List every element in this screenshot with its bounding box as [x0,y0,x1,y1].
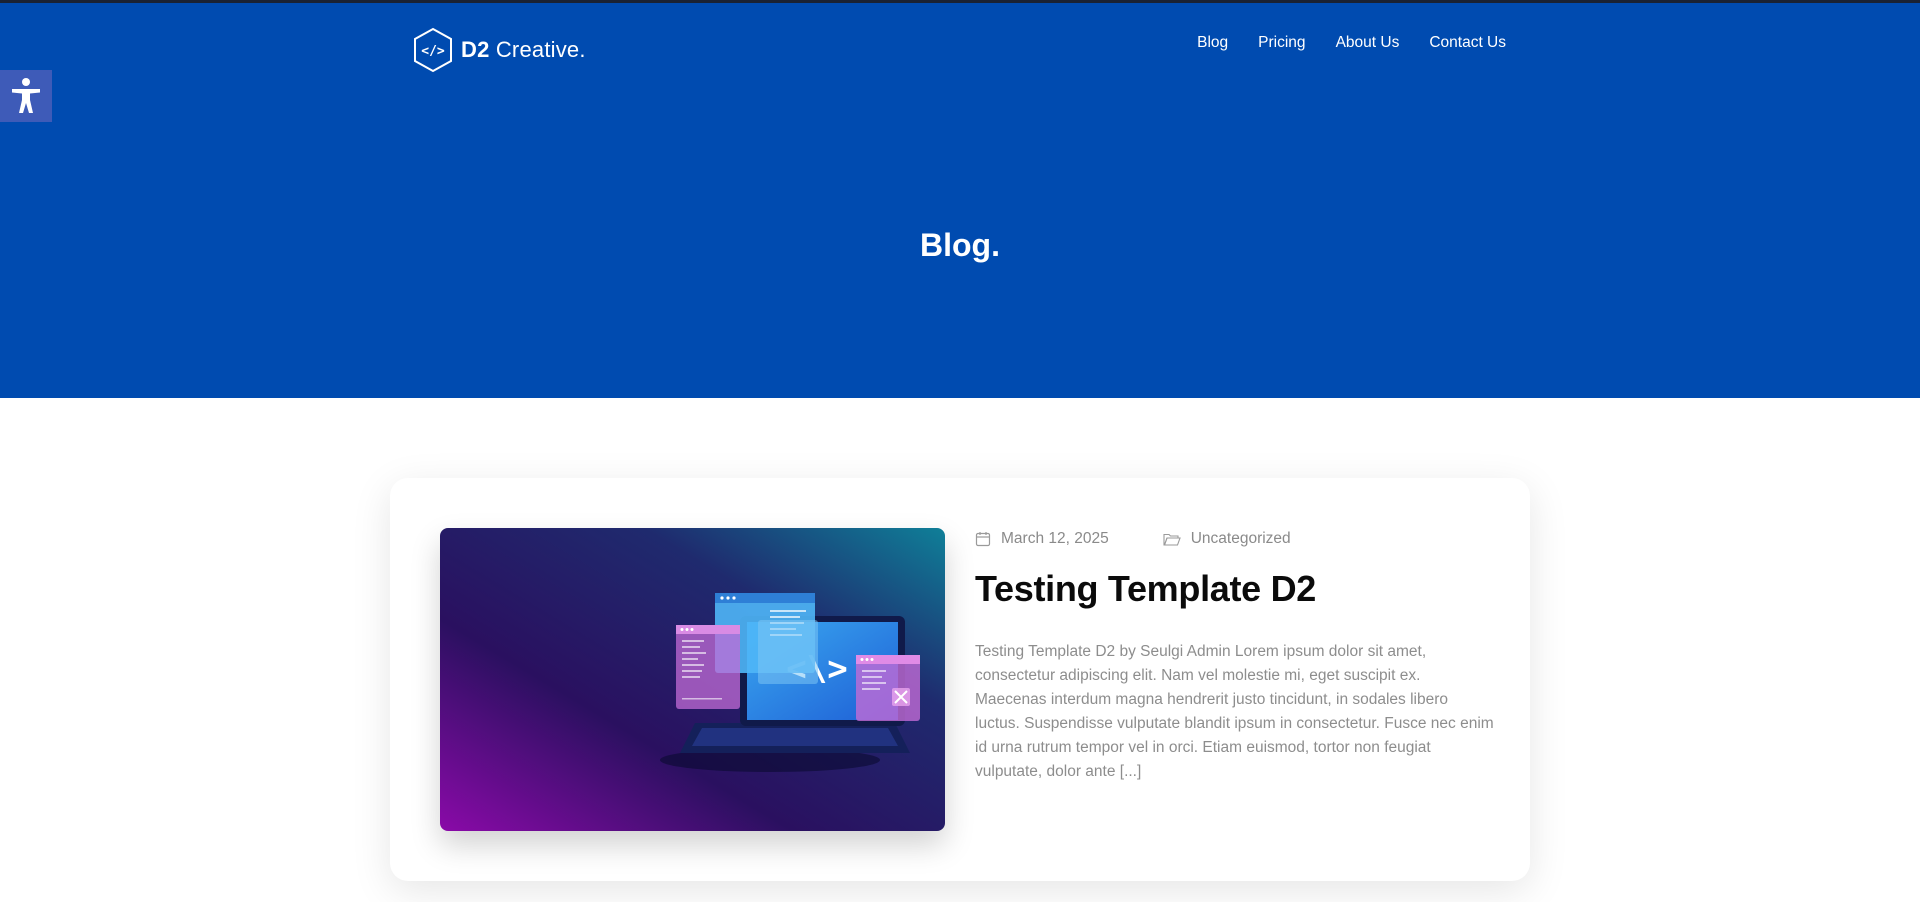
logo-text: D2 Creative. [461,37,586,63]
hero-banner: </> D2 Creative. Blog Pricing About Us C… [0,0,1920,398]
laptop-code-illustration: <\> [440,528,945,831]
logo-text-bold: D2 [461,37,490,62]
main-nav: Blog Pricing About Us Contact Us [1197,34,1506,52]
nav-item-about-us[interactable]: About Us [1336,34,1400,52]
post-category[interactable]: Uncategorized [1191,530,1291,548]
post-title[interactable]: Testing Template D2 [975,568,1316,610]
svg-text:</>: </> [421,44,445,59]
accessibility-icon [12,78,40,113]
folder-icon [1163,533,1181,546]
nav-item-contact-us[interactable]: Contact Us [1429,34,1506,52]
site-logo[interactable]: </> D2 Creative. [413,26,586,74]
calendar-icon [975,532,991,547]
accessibility-button[interactable] [0,70,52,122]
post-card[interactable]: <\> [390,478,1530,881]
logo-hexagon-icon: </> [414,27,452,73]
nav-item-pricing[interactable]: Pricing [1258,34,1305,52]
logo-text-rest: Creative. [489,37,586,62]
nav-item-blog[interactable]: Blog [1197,34,1228,52]
post-thumbnail[interactable]: <\> [440,528,945,831]
post-date[interactable]: March 12, 2025 [1001,530,1109,548]
post-meta: March 12, 2025 Uncategorized [975,530,1291,548]
post-excerpt: Testing Template D2 by Seulgi Admin Lore… [975,643,1494,780]
page-title: Blog. [920,227,1000,263]
